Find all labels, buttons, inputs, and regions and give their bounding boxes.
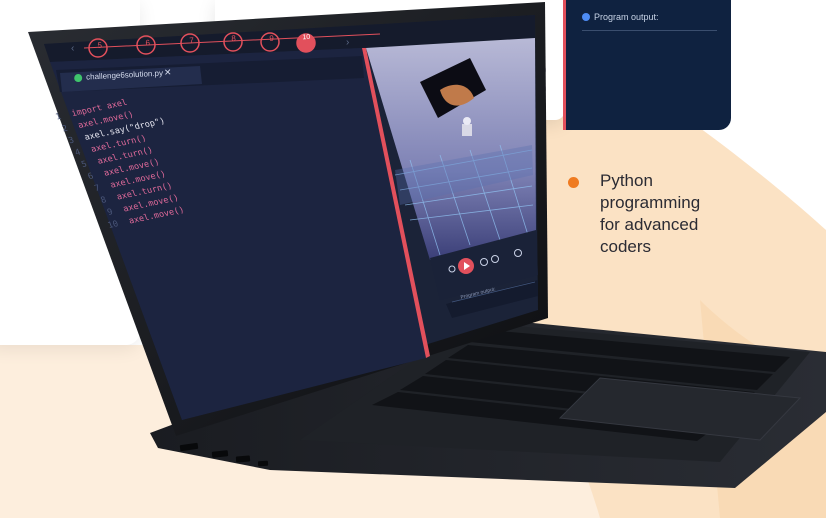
svg-text:‹: ‹ <box>71 43 74 54</box>
step-label[interactable]: 7 <box>189 36 194 45</box>
step-label[interactable]: 5 <box>97 41 102 50</box>
step-label[interactable]: 8 <box>231 34 236 43</box>
robot <box>462 124 472 136</box>
step-label[interactable]: 9 <box>269 34 274 43</box>
port <box>235 455 251 463</box>
svg-text:›: › <box>346 37 349 48</box>
step-label-active[interactable]: 10 <box>302 34 310 41</box>
close-tab-icon[interactable]: ✕ <box>164 67 172 78</box>
port <box>257 460 269 467</box>
step-label[interactable]: 6 <box>145 38 150 47</box>
